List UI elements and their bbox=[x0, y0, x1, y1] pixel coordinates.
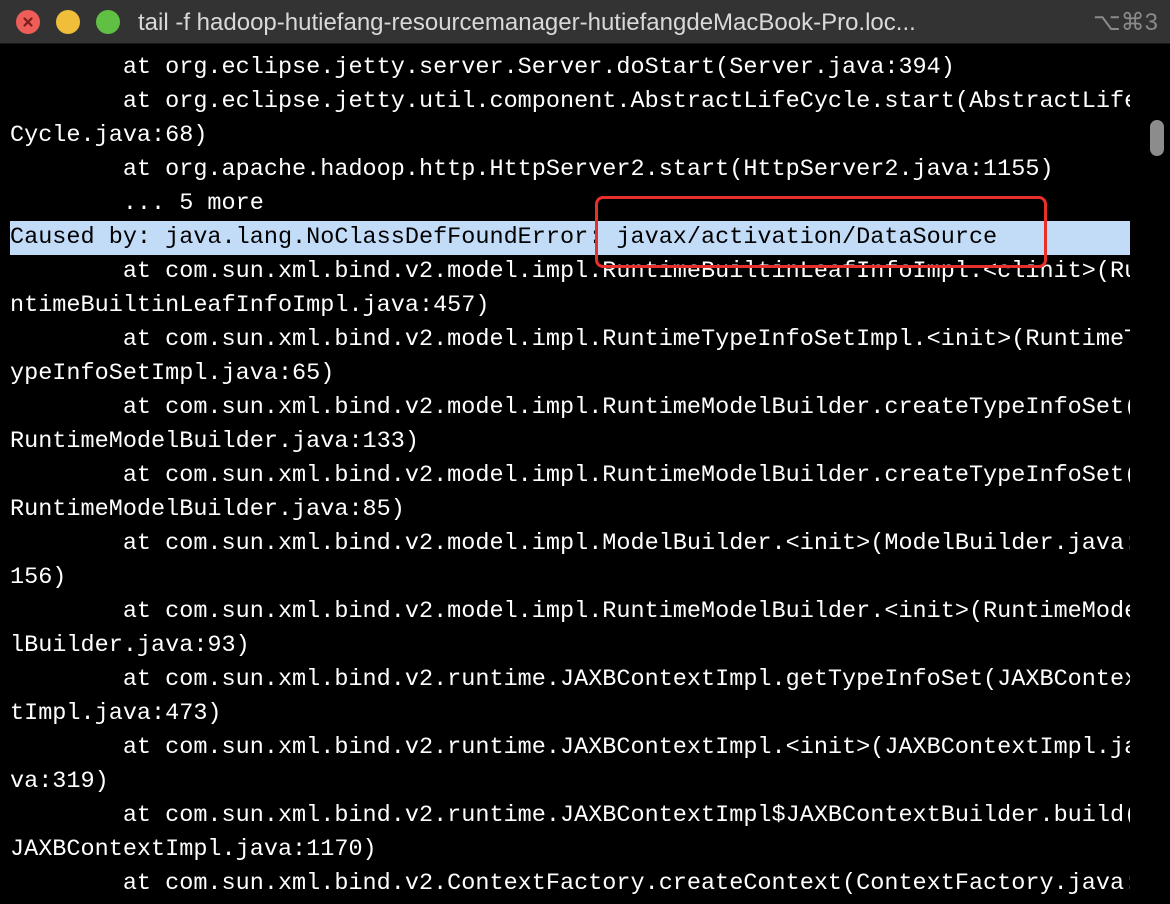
terminal-line: at org.apache.hadoop.http.HttpServer2.st… bbox=[10, 156, 1054, 183]
terminal-line: Cycle.java:68) bbox=[10, 122, 208, 149]
terminal-line: at com.sun.xml.bind.v2.runtime.JAXBConte… bbox=[10, 734, 1130, 761]
terminal-line: at com.sun.xml.bind.v2.model.impl.Runtim… bbox=[10, 394, 1130, 421]
minimize-icon[interactable] bbox=[56, 10, 80, 34]
terminal-line: at org.eclipse.jetty.util.component.Abst… bbox=[10, 88, 1130, 115]
close-icon[interactable] bbox=[16, 10, 40, 34]
title-bar[interactable]: tail -f hadoop-hutiefang-resourcemanager… bbox=[0, 0, 1170, 44]
tab-shortcut-label: ⌥⌘3 bbox=[1092, 9, 1158, 36]
terminal-line: ypeInfoSetImpl.java:65) bbox=[10, 360, 335, 387]
terminal-line: JAXBContextImpl.java:1170) bbox=[10, 836, 377, 863]
close-x-glyph bbox=[23, 17, 33, 27]
terminal-line: ... 5 more bbox=[10, 190, 264, 217]
terminal-line: at com.sun.xml.bind.v2.model.impl.ModelB… bbox=[10, 530, 1130, 557]
terminal-line: at com.sun.xml.bind.v2.runtime.JAXBConte… bbox=[10, 802, 1130, 829]
terminal-line: at com.sun.xml.bind.v2.model.impl.Runtim… bbox=[10, 598, 1130, 625]
terminal-line: va:319) bbox=[10, 768, 109, 795]
highlighted-error-line: Caused by: java.lang.NoClassDefFoundErro… bbox=[10, 221, 1130, 255]
terminal-line: tImpl.java:473) bbox=[10, 700, 222, 727]
terminal-line: RuntimeModelBuilder.java:133) bbox=[10, 428, 419, 455]
terminal-line: at com.sun.xml.bind.v2.model.impl.Runtim… bbox=[10, 326, 1130, 353]
scrollbar-track[interactable] bbox=[1140, 44, 1170, 904]
terminal-line: lBuilder.java:93) bbox=[10, 632, 250, 659]
terminal-line: at org.eclipse.jetty.server.Server.doSta… bbox=[10, 54, 955, 81]
terminal-line: 156) bbox=[10, 564, 67, 591]
terminal-line: at com.sun.xml.bind.v2.ContextFactory.cr… bbox=[10, 870, 1130, 897]
terminal-output[interactable]: at org.eclipse.jetty.server.Server.doSta… bbox=[10, 51, 1130, 904]
terminal-line: at com.sun.xml.bind.v2.runtime.JAXBConte… bbox=[10, 666, 1130, 693]
terminal-window: tail -f hadoop-hutiefang-resourcemanager… bbox=[0, 0, 1170, 904]
terminal-line: RuntimeModelBuilder.java:85) bbox=[10, 496, 405, 523]
terminal-line: at com.sun.xml.bind.v2.model.impl.Runtim… bbox=[10, 258, 1130, 285]
terminal-line: at com.sun.xml.bind.v2.model.impl.Runtim… bbox=[10, 462, 1130, 489]
maximize-icon[interactable] bbox=[96, 10, 120, 34]
terminal-line: ntimeBuiltinLeafInfoImpl.java:457) bbox=[10, 292, 490, 319]
window-title: tail -f hadoop-hutiefang-resourcemanager… bbox=[138, 9, 916, 36]
scrollbar-thumb[interactable] bbox=[1150, 120, 1164, 156]
